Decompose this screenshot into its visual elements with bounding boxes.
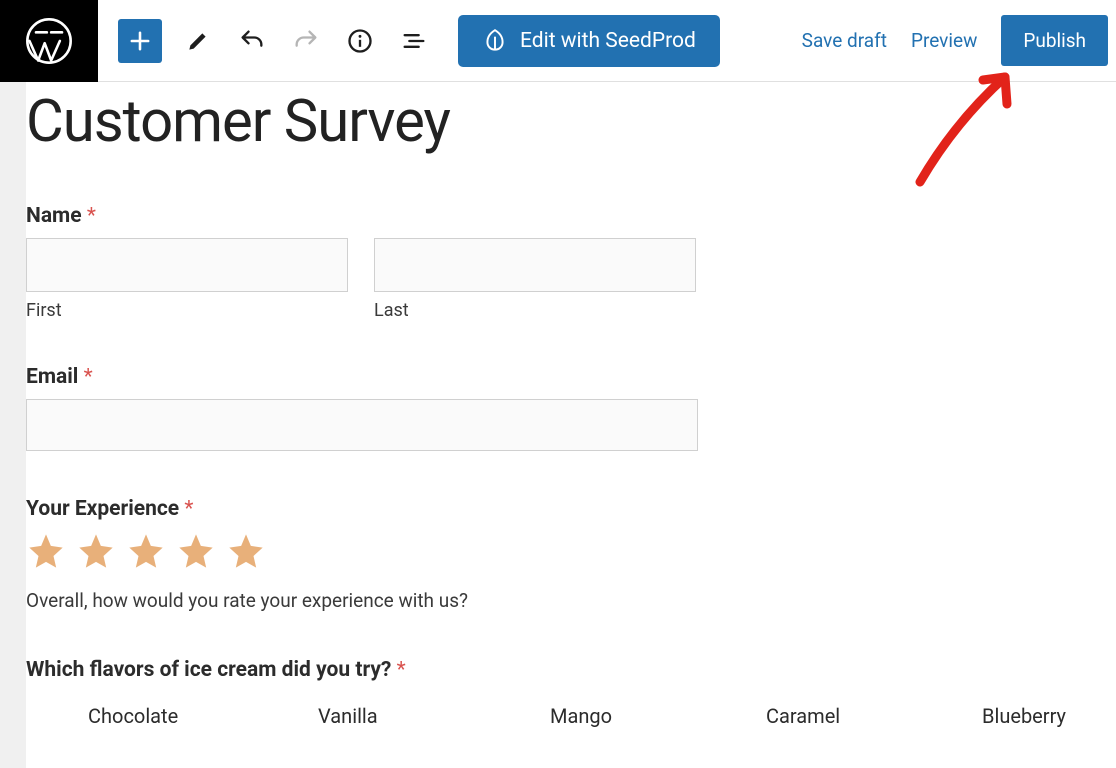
last-name-input[interactable]: [374, 238, 696, 292]
last-sublabel: Last: [374, 300, 696, 321]
flavor-options-row: Chocolate Vanilla Mango Caramel Blueberr…: [26, 704, 1116, 728]
plus-icon: [126, 27, 154, 55]
star-4[interactable]: [176, 531, 216, 575]
page-title[interactable]: Customer Survey: [26, 88, 1116, 156]
star-icon: [176, 531, 216, 571]
undo-button[interactable]: [234, 23, 270, 59]
flavor-option: Blueberry: [982, 704, 1066, 728]
flavor-option: Chocolate: [88, 704, 318, 728]
publish-button[interactable]: Publish: [1001, 15, 1108, 66]
required-marker: *: [397, 658, 406, 682]
edit-tool-button[interactable]: [180, 23, 216, 59]
flavor-option: Caramel: [766, 704, 982, 728]
first-sublabel: First: [26, 300, 348, 321]
star-2[interactable]: [76, 531, 116, 575]
name-label: Name *: [26, 204, 1116, 228]
required-marker: *: [184, 497, 193, 521]
undo-icon: [238, 27, 266, 55]
flavors-field: Which flavors of ice cream did you try? …: [26, 658, 1116, 728]
required-marker: *: [87, 204, 96, 228]
star-1[interactable]: [26, 531, 66, 575]
toolbar-left: Edit with SeedProd: [98, 15, 720, 67]
wordpress-icon: [23, 15, 75, 67]
experience-field: Your Experience * Overall, how would you…: [26, 497, 1116, 612]
preview-link[interactable]: Preview: [911, 29, 977, 52]
star-5[interactable]: [226, 531, 266, 575]
flavors-label: Which flavors of ice cream did you try? …: [26, 658, 1116, 682]
list-icon: [400, 27, 428, 55]
add-block-button[interactable]: [118, 19, 162, 63]
page-content: Customer Survey Name * First Last Email …: [26, 82, 1116, 768]
star-icon: [26, 531, 66, 571]
star-icon: [76, 531, 116, 571]
experience-label: Your Experience *: [26, 497, 1116, 521]
email-input[interactable]: [26, 399, 698, 451]
redo-button[interactable]: [288, 23, 324, 59]
wordpress-logo[interactable]: [0, 0, 98, 82]
star-icon: [126, 531, 166, 571]
flavor-option: Mango: [550, 704, 766, 728]
required-marker: *: [84, 365, 93, 389]
name-field: Name * First Last: [26, 204, 1116, 321]
outline-button[interactable]: [396, 23, 432, 59]
info-icon: [346, 27, 374, 55]
star-icon: [226, 531, 266, 571]
seedprod-label: Edit with SeedProd: [520, 29, 696, 53]
email-label: Email *: [26, 365, 1116, 389]
info-button[interactable]: [342, 23, 378, 59]
redo-icon: [292, 27, 320, 55]
experience-description: Overall, how would you rate your experie…: [26, 589, 1116, 612]
first-name-input[interactable]: [26, 238, 348, 292]
pencil-icon: [185, 28, 211, 54]
leaf-icon: [482, 28, 508, 54]
edit-seedprod-button[interactable]: Edit with SeedProd: [458, 15, 720, 67]
email-field: Email *: [26, 365, 1116, 451]
star-3[interactable]: [126, 531, 166, 575]
toolbar-right: Save draft Preview Publish: [802, 15, 1116, 66]
flavor-option: Vanilla: [318, 704, 550, 728]
editor-topbar: Edit with SeedProd Save draft Preview Pu…: [0, 0, 1116, 82]
star-rating: [26, 531, 1116, 575]
save-draft-link[interactable]: Save draft: [802, 29, 887, 52]
